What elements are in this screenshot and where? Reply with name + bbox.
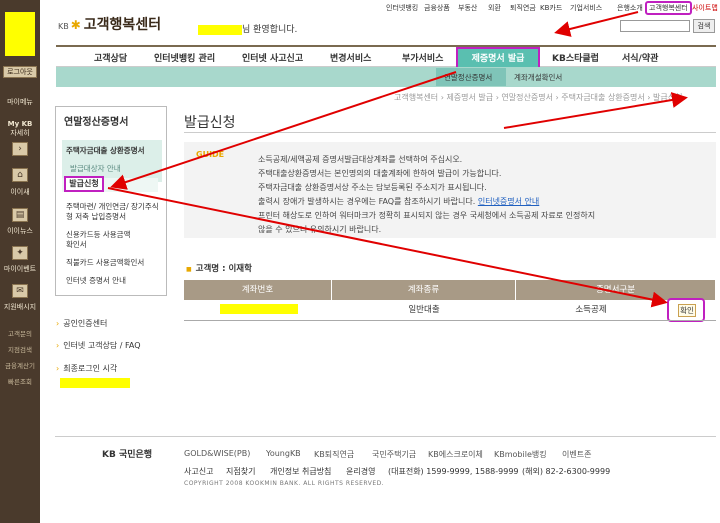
footer-link-pension[interactable]: KB퇴직연금 xyxy=(314,449,354,460)
copyright: COPYRIGHT 2008 KOOKMIN BANK. ALL RIGHTS … xyxy=(184,480,385,487)
footer-link-housing-fund[interactable]: 국민주택기금 xyxy=(372,449,416,460)
arrow-to-breadcrumb xyxy=(503,92,688,129)
footer-link-mobile[interactable]: KBmobile뱅킹 xyxy=(494,449,547,460)
footer-overseas: (해외) 82-2-6300-9999 xyxy=(522,467,611,476)
footer-logo[interactable]: KB 국민은행 xyxy=(102,447,152,460)
annotation-arrows xyxy=(107,11,688,308)
footer-rule xyxy=(55,436,716,437)
footer-link-events[interactable]: 이벤트존 xyxy=(562,449,591,460)
arrow-to-search xyxy=(554,11,639,37)
footer-incident[interactable]: 사고신고 xyxy=(184,466,213,477)
footer-link-escrow[interactable]: KB에스크로이체 xyxy=(428,449,483,460)
footer-link-youngkb[interactable]: YoungKB xyxy=(266,449,301,458)
footer-phone: (대표전화) 1599-9999, 1588-9999 xyxy=(388,467,519,476)
arrow-to-confirm xyxy=(107,187,668,308)
footer-branch[interactable]: 지점찾기 xyxy=(226,466,255,477)
footer-link-pb[interactable]: GOLD&WISE(PB) xyxy=(184,449,250,458)
footer-privacy[interactable]: 개인정보 취급방침 xyxy=(270,466,331,477)
arrow-to-issue xyxy=(110,71,457,190)
footer-ethics[interactable]: 윤리경영 xyxy=(346,466,375,477)
